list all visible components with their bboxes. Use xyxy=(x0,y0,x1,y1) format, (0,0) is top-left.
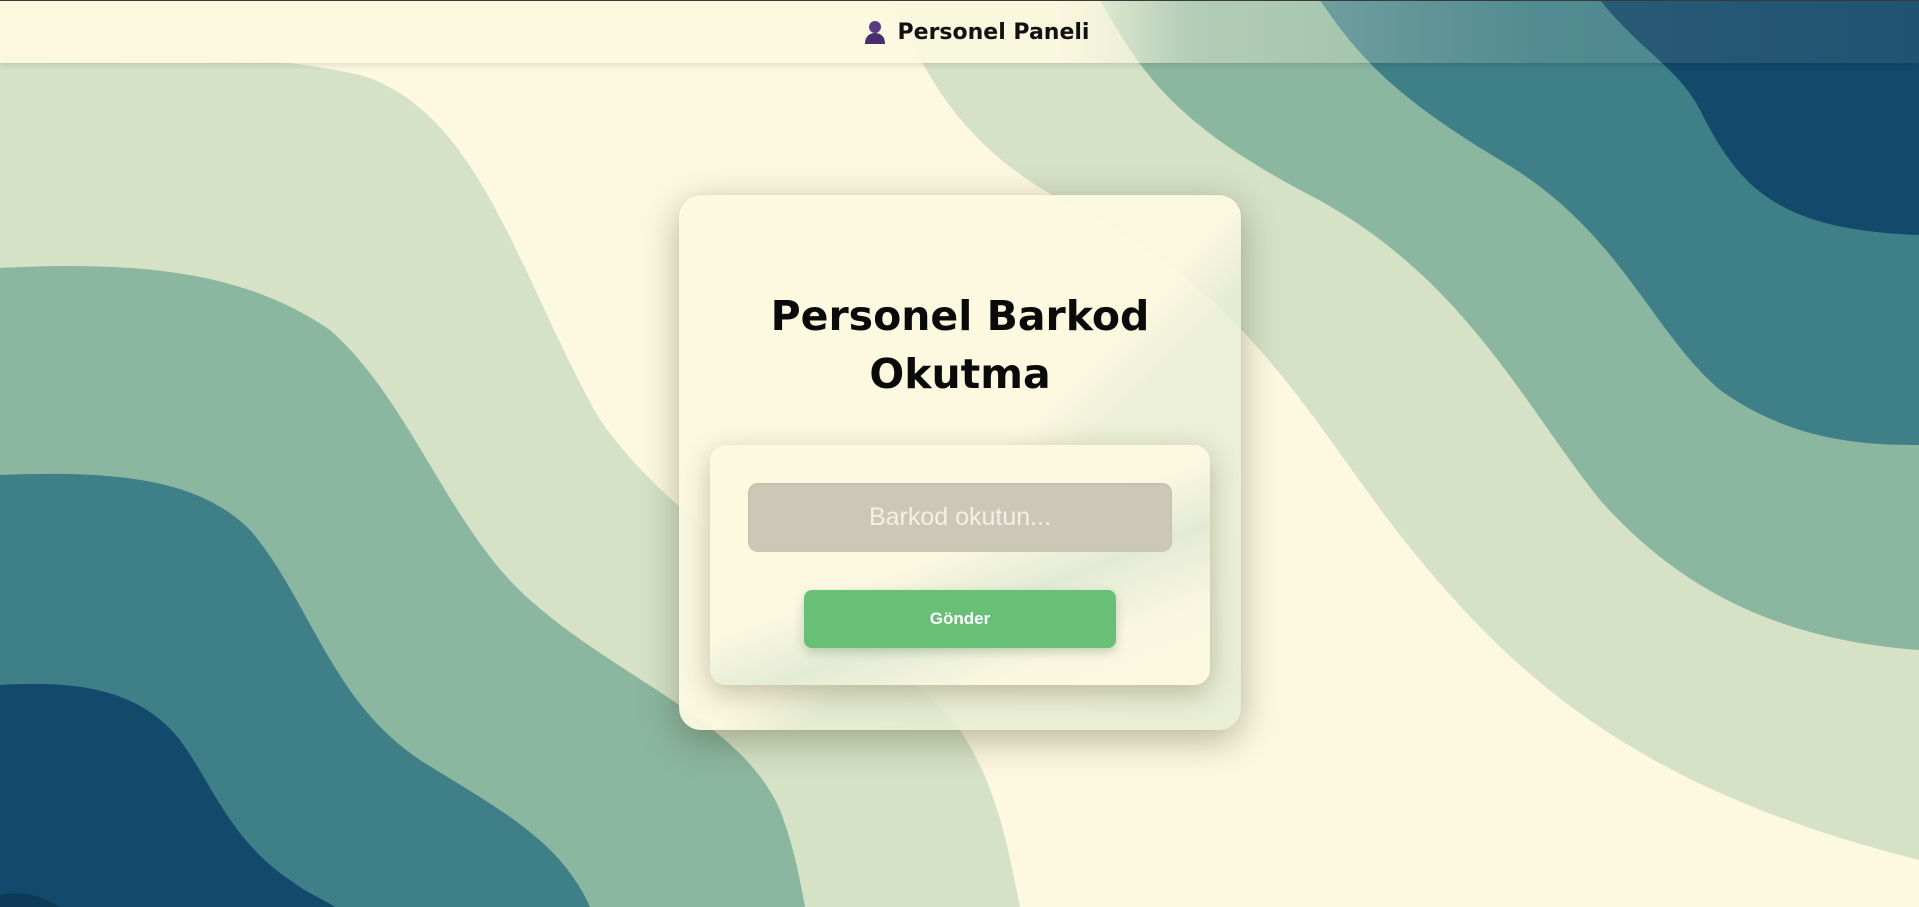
barcode-form: Gönder xyxy=(710,445,1210,685)
panel-brand: Personel Paneli xyxy=(862,19,1090,45)
submit-button[interactable]: Gönder xyxy=(804,590,1116,648)
card-title-line1: Personel Barkod xyxy=(770,292,1150,340)
barcode-card: Personel Barkod Okutma Gönder xyxy=(679,195,1241,730)
card-title-line2: Okutma xyxy=(869,350,1051,398)
user-icon xyxy=(864,21,885,44)
panel-title: Personel Paneli xyxy=(897,19,1090,45)
top-navbar: Personel Paneli xyxy=(0,0,1919,63)
barcode-input[interactable] xyxy=(748,483,1172,552)
card-title: Personel Barkod Okutma xyxy=(679,287,1241,403)
